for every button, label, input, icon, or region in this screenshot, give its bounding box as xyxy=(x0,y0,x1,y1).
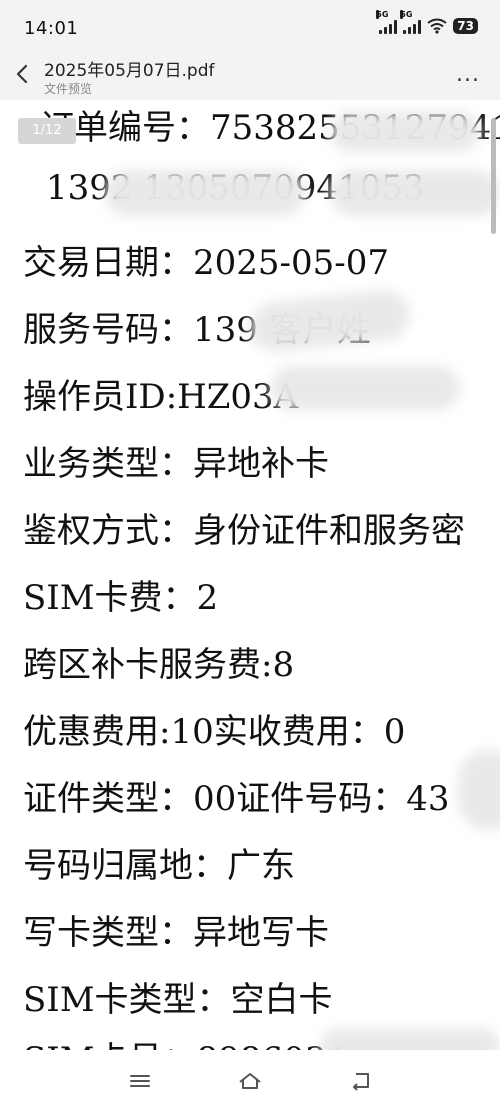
signal-icon: 5G xyxy=(376,10,398,34)
scrollbar[interactable] xyxy=(491,118,496,234)
redaction-smudge xyxy=(330,112,480,152)
document-line: 鉴权方式：身份证件和服务密 xyxy=(23,511,465,551)
document-line: SIM卡类型：空白卡 xyxy=(23,980,333,1020)
document-line: SIM卡费：2 xyxy=(23,578,219,618)
redaction-smudge xyxy=(105,170,305,216)
network-type-label: 5G xyxy=(376,10,389,19)
page-indicator: 1/12 xyxy=(18,118,76,144)
file-preview-subtitle: 文件预览 xyxy=(44,82,93,96)
document-line: 号码归属地：广东 xyxy=(23,846,295,886)
signal-icon: 5G xyxy=(400,10,422,34)
menu-icon[interactable] xyxy=(127,1070,153,1092)
redaction-smudge xyxy=(247,287,413,355)
title-bar: 2025年05月07日.pdf 文件预览 ... xyxy=(0,50,500,100)
battery-icon: 73 xyxy=(453,18,478,34)
status-time: 14:01 xyxy=(24,18,79,39)
redaction-smudge xyxy=(320,1028,500,1050)
document-line: 交易日期：2025-05-07 xyxy=(23,243,390,283)
document-line: 跨区补卡服务费:8 xyxy=(23,645,295,685)
system-icons: 5G 5G 73 xyxy=(376,10,478,34)
file-title: 2025年05月07日.pdf xyxy=(44,61,215,81)
system-nav-bar xyxy=(0,1050,500,1111)
battery-level: 73 xyxy=(457,19,474,33)
document-line: 写卡类型：异地写卡 xyxy=(23,913,329,953)
redaction-smudge xyxy=(270,366,460,410)
redaction-smudge xyxy=(330,170,500,216)
document-viewer[interactable]: 订单编号：75382553127941 1392 1305070941053 交… xyxy=(0,100,500,1050)
document-line: 证件类型：00证件号码：43 xyxy=(23,779,450,819)
more-options-icon[interactable]: ... xyxy=(456,62,480,87)
document-line: 优惠费用:10实收费用：0 xyxy=(23,712,406,752)
document-line: SIM卡号：898603A xyxy=(23,1032,351,1050)
document-line: 业务类型：异地补卡 xyxy=(23,444,329,484)
back-icon[interactable] xyxy=(348,1070,374,1092)
document-line: 操作员ID:HZ03A xyxy=(23,377,299,417)
home-icon[interactable] xyxy=(237,1070,263,1092)
wifi-icon xyxy=(427,18,447,34)
redaction-smudge xyxy=(458,750,500,830)
back-arrow-icon[interactable] xyxy=(12,62,34,86)
network-type-label: 5G xyxy=(400,10,413,19)
